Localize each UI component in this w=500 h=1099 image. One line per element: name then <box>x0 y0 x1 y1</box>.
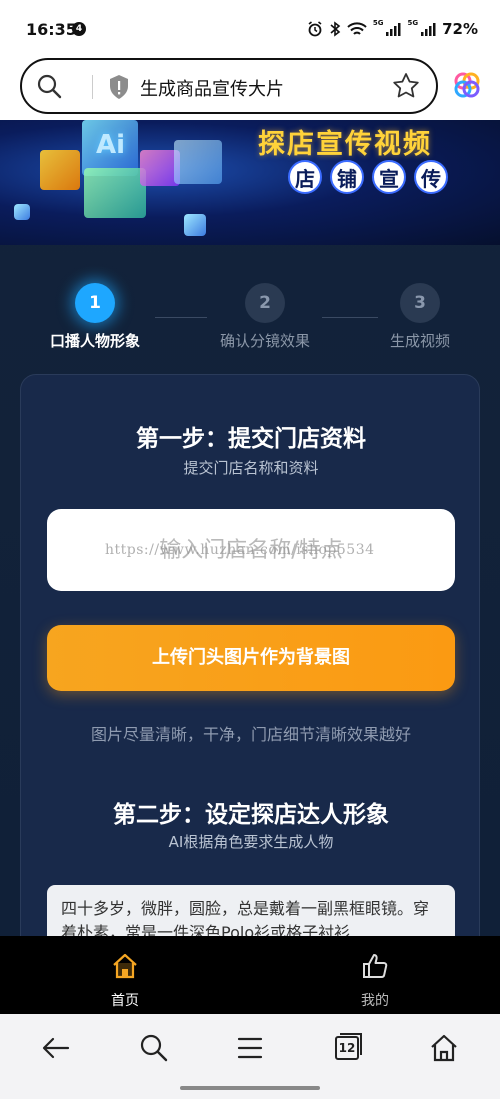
status-icons: 5G 5G 72% <box>307 19 478 39</box>
home-indicator[interactable] <box>180 1086 320 1090</box>
home-icon[interactable] <box>428 1032 460 1064</box>
banner-subtitle: 店 铺 宣 传 <box>288 160 448 194</box>
step-2-circle[interactable]: 2 <box>245 283 285 323</box>
home-icon <box>113 953 137 979</box>
upload-storefront-button[interactable]: 上传门头图片作为背景图 <box>47 625 455 691</box>
signal-icon-2 <box>421 23 436 36</box>
step-3-label: 生成视频 <box>389 332 450 350</box>
banner: Ai 探店宣传视频 店 铺 宣 传 <box>0 120 500 245</box>
image-tip: 图片尽量清晰，干净，门店细节清晰效果越好 <box>90 725 411 744</box>
web-content: Ai 探店宣传视频 店 铺 宣 传 1 2 3 口播人物形象 确认分镜效果 生成… <box>0 120 500 936</box>
persona-description-textarea[interactable]: 四十多岁，微胖，圆脸，总是戴着一副黑框眼镜。穿着朴素，常是一件深色Polo衫或格… <box>47 885 455 936</box>
wifi-icon <box>347 22 367 35</box>
banner-subtitle-char: 铺 <box>330 160 364 194</box>
step-1-circle[interactable]: 1 <box>75 283 115 323</box>
banner-cube <box>174 140 222 184</box>
step-one-subtitle: 提交门店名称和资料 <box>183 459 319 477</box>
banner-cube <box>40 150 80 190</box>
address-bar[interactable]: 生成商品宣传大片 <box>20 58 438 114</box>
step-1-label: 口播人物形象 <box>49 332 140 350</box>
star-icon[interactable] <box>392 72 420 100</box>
banner-cube <box>14 204 30 220</box>
colorful-app-icon[interactable] <box>454 72 480 98</box>
thumbs-up-icon <box>363 954 388 978</box>
tab-count: 12 <box>338 1041 356 1055</box>
network-type-1: 5G <box>372 18 384 27</box>
banner-subtitle-char: 店 <box>288 160 322 194</box>
back-arrow-icon[interactable] <box>40 1032 72 1064</box>
form-card: 第一步：提交门店资料 提交门店名称和资料 https://www.huzhan.… <box>20 374 480 936</box>
menu-icon[interactable] <box>234 1032 266 1064</box>
search-icon[interactable] <box>138 1032 170 1064</box>
tab-home-label: 首页 <box>111 993 139 1009</box>
banner-subtitle-char: 宣 <box>372 160 406 194</box>
shield-icon[interactable] <box>108 74 130 100</box>
alarm-icon <box>308 21 322 37</box>
store-name-input[interactable] <box>47 509 455 591</box>
step-two-title: 第二步：设定探店达人形象 <box>113 802 389 828</box>
step-indicator: 1 2 3 口播人物形象 确认分镜效果 生成视频 <box>0 280 500 360</box>
tabs-button[interactable]: 12 <box>332 1032 364 1064</box>
tab-mine[interactable]: 我的 <box>250 936 500 1014</box>
step-connector <box>322 317 378 318</box>
notification-badge: 4 <box>72 22 86 36</box>
tab-mine-label: 我的 <box>361 993 389 1009</box>
network-type-2: 5G <box>407 18 419 27</box>
web-tab-bar: 首页 我的 <box>0 936 500 1014</box>
banner-title: 探店宣传视频 <box>258 129 432 160</box>
banner-cube <box>84 168 146 218</box>
battery-percentage: 72% <box>442 20 478 38</box>
step-2-label: 确认分镜效果 <box>219 332 310 350</box>
step-one-title: 第一步：提交门店资料 <box>136 426 366 452</box>
step-two-subtitle: AI根据角色要求生成人物 <box>168 833 334 851</box>
banner-ai-text: Ai <box>96 130 126 160</box>
tab-home[interactable]: 首页 <box>0 936 250 1014</box>
bluetooth-icon <box>330 21 341 37</box>
step-connector <box>155 317 207 318</box>
search-icon[interactable] <box>36 73 62 99</box>
status-time: 16:35 <box>26 20 77 39</box>
status-bar: 16:35 4 5G 5G 72% <box>0 0 500 58</box>
address-text[interactable]: 生成商品宣传大片 <box>140 75 284 101</box>
banner-subtitle-char: 传 <box>414 160 448 194</box>
step-3-circle[interactable]: 3 <box>400 283 440 323</box>
banner-cube <box>184 214 206 236</box>
signal-icon-1 <box>386 23 401 36</box>
address-divider <box>92 75 93 99</box>
